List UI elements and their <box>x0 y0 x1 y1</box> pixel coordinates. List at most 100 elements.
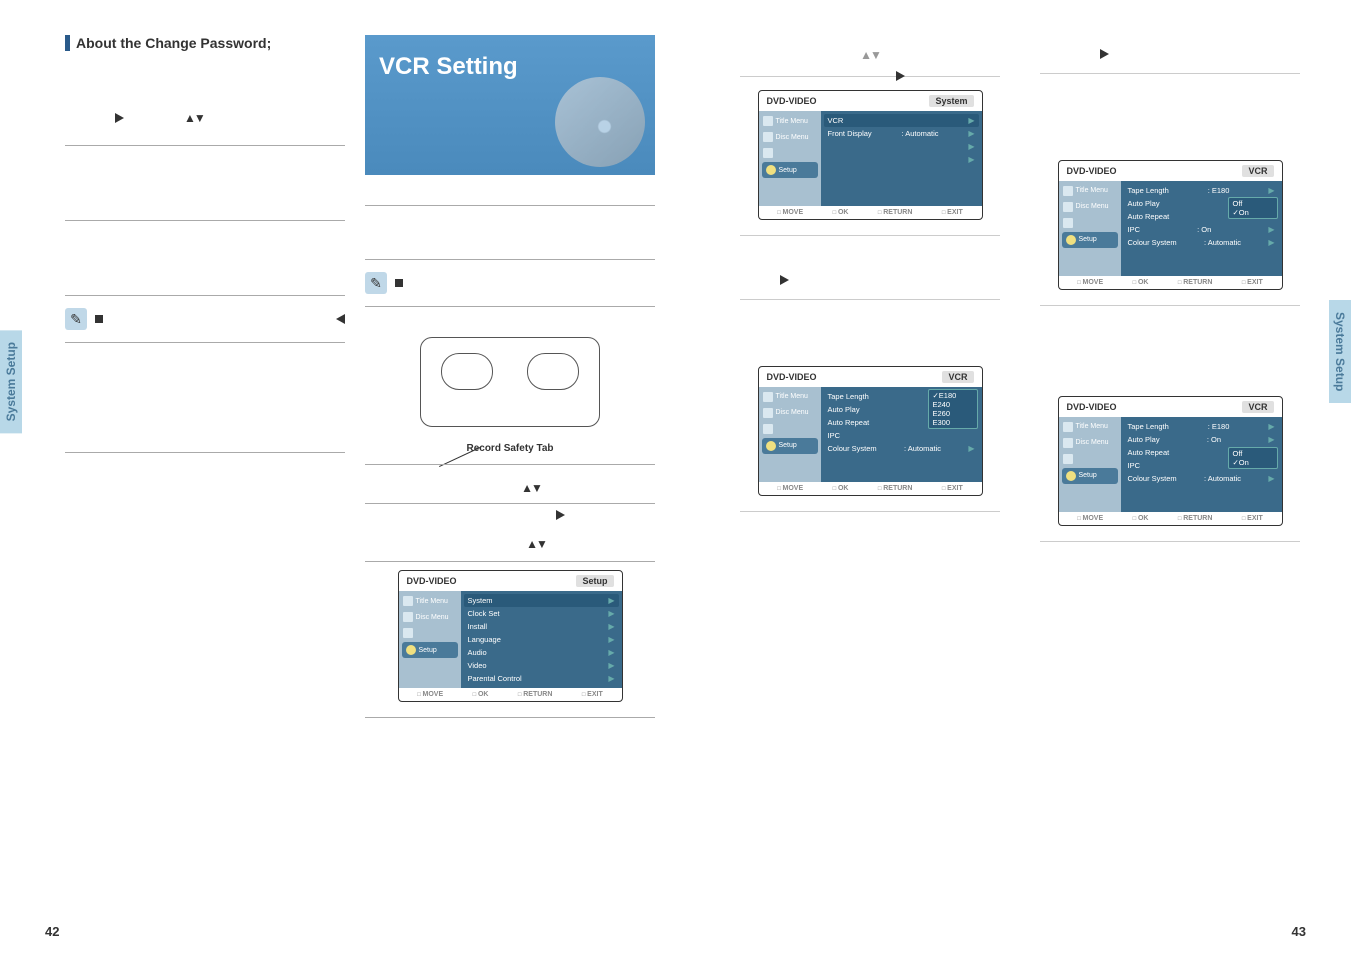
banner-note: ✎ <box>365 260 655 307</box>
osd-title: DVD-VIDEO <box>407 576 457 586</box>
heading-text: About the Change Password; <box>76 35 271 51</box>
sidebar-item[interactable]: Disc Menu <box>759 405 821 421</box>
dropdown-options[interactable]: Off ✓On <box>1228 447 1278 469</box>
nav-step-b: ▲▼ <box>365 527 655 562</box>
osd-vcr-ipc: DVD-VIDEO VCR Title Menu Disc Menu Setup… <box>1058 396 1283 526</box>
right-page: ▲▼ DVD-VIDEO System Title Menu Disc Menu… <box>680 10 1320 930</box>
osd-content: Tape Length: E180▶ Auto Play Auto Repeat… <box>1121 181 1282 276</box>
menu-item[interactable]: ▶ <box>824 140 979 153</box>
osd-sidebar: Title Menu Disc Menu Setup <box>759 111 821 206</box>
osd-title: DVD-VIDEO <box>1067 402 1117 412</box>
back-icon <box>336 314 345 324</box>
left-column: About the Change Password; ▲▼ ✎ <box>65 35 345 453</box>
osd-breadcrumb: System <box>929 95 973 107</box>
step-4 <box>65 343 345 453</box>
osd-footer: MOVEOKRETURNEXIT <box>1059 276 1282 289</box>
sidebar-item[interactable]: Title Menu <box>399 593 461 609</box>
osd-breadcrumb: VCR <box>942 371 973 383</box>
rp-step <box>1040 40 1300 74</box>
sidebar-item-setup[interactable]: Setup <box>1062 232 1118 248</box>
nav-step-a: ▲▼ <box>365 464 655 504</box>
sidebar-item[interactable]: Title Menu <box>1059 183 1121 199</box>
sidebar-item[interactable]: Title Menu <box>759 389 821 405</box>
menu-item[interactable]: System▶ <box>464 594 619 607</box>
play-icon <box>556 510 565 520</box>
osd-sidebar: Title Menu Disc Menu Setup <box>399 591 461 688</box>
osd-content: Tape Length Auto Play Auto Repeat IPC Co… <box>821 387 982 482</box>
sidebar-item-setup[interactable]: Setup <box>1062 468 1118 484</box>
note-row: ✎ <box>65 296 345 343</box>
step-3 <box>65 221 345 296</box>
page-number-right: 43 <box>1292 924 1306 939</box>
menu-item[interactable]: Colour System: Automatic▶ <box>1124 236 1279 249</box>
osd-breadcrumb: VCR <box>1242 165 1273 177</box>
menu-item[interactable]: VCR▶ <box>824 114 979 127</box>
menu-item[interactable]: Parental Control▶ <box>464 672 619 685</box>
osd-breadcrumb: VCR <box>1242 401 1273 413</box>
menu-item[interactable]: IPC: On▶ <box>1124 223 1279 236</box>
vcr-caption: Record Safety Tab <box>365 443 655 454</box>
sidebar-item[interactable]: Disc Menu <box>1059 435 1121 451</box>
osd-vcr-tapelength: DVD-VIDEO VCR Title Menu Disc Menu Setup… <box>758 366 983 496</box>
osd-title: DVD-VIDEO <box>1067 166 1117 176</box>
osd-system-menu: DVD-VIDEO System Title Menu Disc Menu Se… <box>758 90 983 220</box>
osd-content: VCR▶ Front Display: Automatic▶ ▶ ▶ <box>821 111 982 206</box>
bullet-icon <box>95 315 103 323</box>
menu-item[interactable]: Tape Length: E180▶ <box>1124 420 1279 433</box>
dropdown-options[interactable]: ✓E180 E240 E260 E300 <box>928 389 978 429</box>
menu-item[interactable]: Colour System: Automatic▶ <box>824 442 979 455</box>
dropdown-options[interactable]: Off ✓On <box>1228 197 1278 219</box>
menu-item[interactable]: Front Display: Automatic▶ <box>824 127 979 140</box>
bullet-icon <box>395 279 403 287</box>
page-number-left: 42 <box>45 924 59 939</box>
title-banner: VCR Setting <box>365 35 655 175</box>
osd-footer: MOVEOKRETURNEXIT <box>1059 512 1282 525</box>
sidebar-item[interactable] <box>1059 451 1121 467</box>
sidebar-item[interactable]: Disc Menu <box>1059 199 1121 215</box>
menu-item[interactable]: Colour System: Automatic▶ <box>1124 472 1279 485</box>
menu-item[interactable]: ▶ <box>824 153 979 166</box>
menu-item[interactable]: Tape Length: E180▶ <box>1124 184 1279 197</box>
right-column-leftpage: VCR Setting ✎ Record Safety Tab ▲▼ ▲▼ DV… <box>365 35 655 718</box>
updown-icon: ▲▼ <box>184 111 204 125</box>
sidebar-item-setup[interactable]: Setup <box>762 438 818 454</box>
left-page: About the Change Password; ▲▼ ✎ VCR Sett… <box>30 10 670 930</box>
menu-item[interactable]: Language▶ <box>464 633 619 646</box>
osd-footer: MOVEOKRETURNEXIT <box>759 482 982 495</box>
menu-item[interactable]: IPC <box>824 429 979 442</box>
sidebar-item[interactable] <box>759 145 821 161</box>
osd-sidebar: Title Menu Disc Menu Setup <box>1059 181 1121 276</box>
osd-title: DVD-VIDEO <box>767 372 817 382</box>
sidebar-item[interactable] <box>1059 215 1121 231</box>
sidebar-item[interactable]: Title Menu <box>759 113 821 129</box>
play-icon <box>780 275 789 285</box>
osd-footer: MOVEOKRETURNEXIT <box>759 206 982 219</box>
menu-item[interactable]: Clock Set▶ <box>464 607 619 620</box>
play-icon <box>115 113 124 123</box>
section-heading: About the Change Password; <box>65 35 345 51</box>
play-icon <box>896 71 905 81</box>
osd-footer: MOVE OK RETURN EXIT <box>399 688 622 701</box>
side-tab-right: System Setup <box>1329 300 1351 403</box>
step-1: ▲▼ <box>65 91 345 146</box>
sidebar-item[interactable]: Disc Menu <box>759 129 821 145</box>
sidebar-item-setup[interactable]: Setup <box>402 642 458 658</box>
menu-item[interactable]: Video▶ <box>464 659 619 672</box>
sidebar-item-setup[interactable]: Setup <box>762 162 818 178</box>
heading-accent <box>65 35 70 51</box>
vcr-cassette-drawing <box>420 337 600 427</box>
sidebar-item[interactable]: Title Menu <box>1059 419 1121 435</box>
rightpage-right-col: DVD-VIDEO VCR Title Menu Disc Menu Setup… <box>1040 40 1300 542</box>
rightpage-left-col: ▲▼ DVD-VIDEO System Title Menu Disc Menu… <box>740 40 1000 512</box>
sidebar-item[interactable] <box>399 625 461 641</box>
updown-icon: ▲▼ <box>526 537 546 551</box>
step-2 <box>65 146 345 221</box>
menu-item[interactable]: Audio▶ <box>464 646 619 659</box>
menu-item[interactable]: Auto Play: On▶ <box>1124 433 1279 446</box>
osd-breadcrumb: Setup <box>576 575 613 587</box>
sidebar-item[interactable]: Disc Menu <box>399 609 461 625</box>
sidebar-item[interactable] <box>759 421 821 437</box>
osd-setup-menu: DVD-VIDEO Setup Title Menu Disc Menu Set… <box>398 570 623 702</box>
menu-item[interactable]: Install▶ <box>464 620 619 633</box>
updown-icon: ▲▼ <box>521 481 541 495</box>
